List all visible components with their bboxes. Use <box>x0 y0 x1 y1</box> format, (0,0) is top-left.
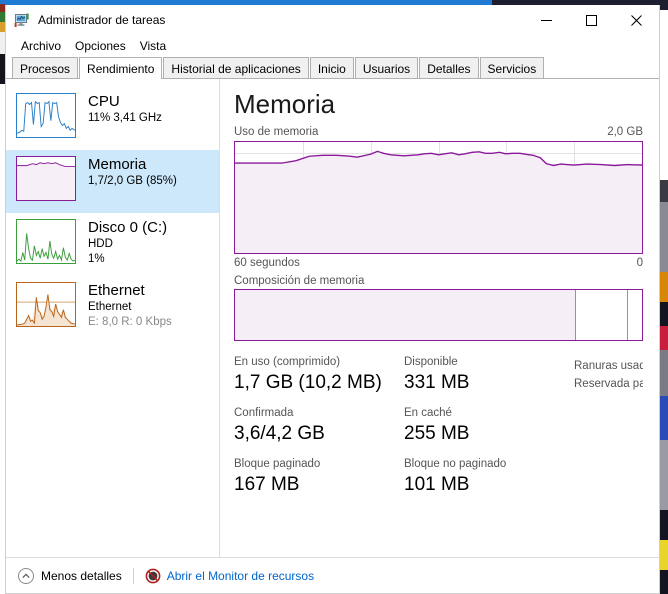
axis-label-left: 60 segundos <box>234 257 300 269</box>
window-controls <box>524 5 659 35</box>
stat-en-uso-label: En uso (comprimido) <box>234 356 341 368</box>
tab-strip: Procesos Rendimiento Historial de aplica… <box>6 57 659 79</box>
footer-divider <box>132 567 134 584</box>
stat-en-cache-label: En caché <box>404 407 452 419</box>
stat-bloque-paginado: Bloque paginado 167 MB <box>234 457 404 498</box>
sidebar-item-cpu[interactable]: CPU 11% 3,41 GHz <box>6 87 219 150</box>
memory-panel: Memoria Uso de memoria 2,0 GB 60 segundo… <box>220 79 659 557</box>
task-manager-icon <box>14 12 30 28</box>
memory-usage-plot <box>235 150 642 253</box>
desktop-background-right <box>660 0 668 594</box>
detail-ranuras-usadas: Ranuras usadas: N <box>574 357 643 375</box>
disco-labels: Disco 0 (C:) HDD 1% <box>88 219 167 267</box>
stat-confirmada-label: Confirmada <box>234 407 294 419</box>
ethernet-thumbnail-graph <box>16 282 76 327</box>
sidebar-item-memoria[interactable]: Memoria 1,7/2,0 GB (85%) <box>6 150 219 213</box>
stat-disponible-label: Disponible <box>404 356 458 368</box>
sidebar-item-memoria-sub: 1,7/2,0 GB (85%) <box>88 175 177 187</box>
open-resource-monitor-label: Abrir el Monitor de recursos <box>166 568 315 583</box>
fewer-details-button[interactable]: Menos detalles <box>18 567 122 584</box>
tab-procesos[interactable]: Procesos <box>12 57 79 78</box>
sidebar-item-memoria-title: Memoria <box>88 156 147 173</box>
memoria-labels: Memoria 1,7/2,0 GB (85%) <box>88 156 177 189</box>
task-manager-window: Administrador de tareas Archivo Opciones… <box>5 5 660 594</box>
page-title: Memoria <box>234 89 336 119</box>
ethernet-labels: Ethernet Ethernet E: 8,0 R: 0 Kbps <box>88 282 172 330</box>
disco-thumbnail-graph <box>16 219 76 264</box>
menu-item-archivo[interactable]: Archivo <box>14 37 68 55</box>
memory-stats-secondary: Ranuras usadas: N Reservada para hardwar… <box>574 355 643 508</box>
composition-segment-en-uso <box>235 290 575 340</box>
memoria-thumbnail-graph <box>16 156 76 201</box>
stat-bloque-no-paginado: Bloque no paginado 101 MB <box>404 457 512 498</box>
sidebar-item-ethernet-title: Ethernet <box>88 282 145 299</box>
minimize-button[interactable] <box>524 5 569 35</box>
stat-bloque-no-paginado-label: Bloque no paginado <box>404 458 507 470</box>
sidebar-item-disco-0[interactable]: Disco 0 (C:) HDD 1% <box>6 213 219 276</box>
sidebar-item-ethernet[interactable]: Ethernet Ethernet E: 8,0 R: 0 Kbps <box>6 276 219 339</box>
stat-en-cache: En caché 255 MB <box>404 406 512 447</box>
stat-en-cache-value: 255 MB <box>404 423 470 444</box>
menu-bar: Archivo Opciones Vista <box>6 35 659 57</box>
sidebar-item-ethernet-sub2: E: 8,0 R: 0 Kbps <box>88 316 172 328</box>
status-bar: Menos detalles Abrir el Monitor de recur… <box>6 557 659 593</box>
stat-row-1: En uso (comprimido) 1,7 GB (10,2 MB) Dis… <box>234 355 574 396</box>
stat-bloque-no-paginado-value: 101 MB <box>404 474 470 495</box>
stat-confirmada: Confirmada 3,6/4,2 GB <box>234 406 404 447</box>
sidebar-item-disco-0-title: Disco 0 (C:) <box>88 219 168 236</box>
axis-label-right: 0 <box>636 257 643 269</box>
menu-item-vista[interactable]: Vista <box>133 37 173 55</box>
sidebar-item-cpu-title: CPU <box>88 93 120 110</box>
stat-en-uso-value: 1,7 GB (10,2 MB) <box>234 372 382 393</box>
tab-detalles[interactable]: Detalles <box>419 57 479 78</box>
tab-servicios[interactable]: Servicios <box>479 57 545 78</box>
sidebar-item-disco-0-sub2: 1% <box>88 253 105 265</box>
open-resource-monitor-link[interactable]: Abrir el Monitor de recursos <box>145 568 314 584</box>
sidebar-item-ethernet-sub1: Ethernet <box>88 301 132 313</box>
content-area: CPU 11% 3,41 GHz Memoria 1,7/2,0 GB (85%… <box>6 79 659 557</box>
composition-caption: Composición de memoria <box>234 275 365 287</box>
stat-disponible-value: 331 MB <box>404 372 470 393</box>
stat-disponible: Disponible 331 MB <box>404 355 512 396</box>
stat-confirmada-value: 3,6/4,2 GB <box>234 423 325 444</box>
detail-reservada-hardware: Reservada para hardware: 0. <box>574 375 643 393</box>
close-button[interactable] <box>614 5 659 35</box>
stat-bloque-paginado-value: 167 MB <box>234 474 300 495</box>
tab-rendimiento[interactable]: Rendimiento <box>79 57 163 79</box>
tab-usuarios[interactable]: Usuarios <box>354 57 419 78</box>
memory-stats-primary: En uso (comprimido) 1,7 GB (10,2 MB) Dis… <box>234 355 574 508</box>
sidebar-item-cpu-sub: 11% 3,41 GHz <box>88 112 162 124</box>
stat-row-3: Bloque paginado 167 MB Bloque no paginad… <box>234 457 574 498</box>
stat-bloque-paginado-label: Bloque paginado <box>234 458 321 470</box>
tab-inicio[interactable]: Inicio <box>309 57 354 78</box>
memory-usage-graph[interactable] <box>234 141 643 254</box>
composition-segment-libre <box>627 290 642 340</box>
screen: Administrador de tareas Archivo Opciones… <box>0 0 668 594</box>
sidebar-item-disco-0-sub1: HDD <box>88 238 113 250</box>
resource-monitor-icon <box>145 568 161 584</box>
detail-reservada-hardware-key: Reservada para hardware: <box>574 378 643 390</box>
menu-item-opciones[interactable]: Opciones <box>68 37 133 55</box>
usage-chart-caption-right: 2,0 GB <box>607 126 643 138</box>
fewer-details-label: Menos detalles <box>41 568 122 583</box>
cpu-labels: CPU 11% 3,41 GHz <box>88 93 162 126</box>
chevron-up-icon <box>18 567 34 584</box>
memory-stats: En uso (comprimido) 1,7 GB (10,2 MB) Dis… <box>234 355 643 508</box>
tab-historial-de-aplicaciones[interactable]: Historial de aplicaciones <box>163 57 309 78</box>
window-title: Administrador de tareas <box>38 13 166 27</box>
usage-chart-caption: Uso de memoria 2,0 GB <box>234 125 643 139</box>
detail-ranuras-usadas-key: Ranuras usadas: <box>574 360 643 372</box>
title-bar: Administrador de tareas <box>6 5 659 35</box>
maximize-button[interactable] <box>569 5 614 35</box>
composition-segment-modificada <box>575 290 627 340</box>
usage-chart-axis: 60 segundos 0 <box>234 255 643 271</box>
usage-chart-caption-left: Uso de memoria <box>234 126 319 138</box>
stat-en-uso: En uso (comprimido) 1,7 GB (10,2 MB) <box>234 355 404 396</box>
stat-row-2: Confirmada 3,6/4,2 GB En caché 255 MB <box>234 406 574 447</box>
cpu-thumbnail-graph <box>16 93 76 138</box>
resource-sidebar: CPU 11% 3,41 GHz Memoria 1,7/2,0 GB (85%… <box>6 79 220 557</box>
memory-composition-bar[interactable] <box>234 289 643 341</box>
